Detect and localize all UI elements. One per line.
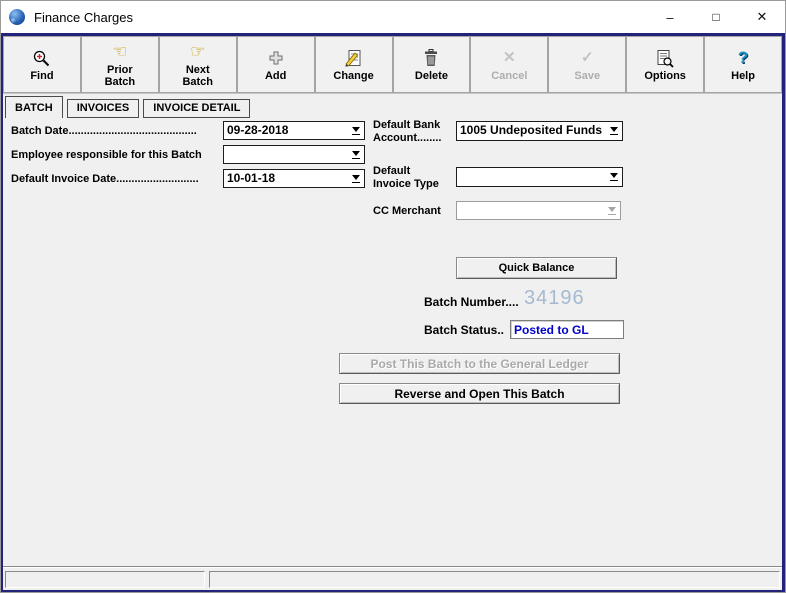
find-button[interactable]: Find — [3, 36, 81, 93]
window-title: Finance Charges — [34, 10, 133, 25]
status-bar — [3, 570, 782, 590]
next-batch-button[interactable]: ☞ Next Batch — [159, 36, 237, 93]
batch-tab-page: BATCH INVOICES INVOICE DETAIL Batch Date… — [3, 94, 782, 566]
delete-button[interactable]: Delete — [393, 36, 471, 93]
question-mark-icon: ? — [738, 47, 748, 69]
dropdown-arrow-icon — [604, 202, 620, 219]
batch-date-combobox[interactable]: 09-28-2018 — [223, 121, 365, 140]
x-icon: ✕ — [503, 47, 516, 69]
window-controls: – □ ✕ — [647, 1, 785, 33]
post-batch-button: Post This Batch to the General Ledger — [339, 353, 620, 374]
plus-icon — [269, 47, 283, 69]
tab-batch[interactable]: BATCH — [5, 96, 63, 118]
dropdown-arrow-icon[interactable] — [348, 170, 364, 187]
batch-status-label: Batch Status.. — [424, 324, 512, 337]
batch-number-value: 34196 — [524, 287, 585, 310]
save-button: ✓ Save — [548, 36, 626, 93]
tab-invoice-detail[interactable]: INVOICE DETAIL — [143, 99, 250, 118]
default-invoice-date-label: Default Invoice Date....................… — [11, 173, 222, 186]
tab-strip: BATCH INVOICES INVOICE DETAIL — [5, 96, 254, 118]
reverse-open-batch-button[interactable]: Reverse and Open This Batch — [339, 383, 620, 404]
app-icon — [9, 9, 25, 25]
change-button[interactable]: Change — [315, 36, 393, 93]
checkmark-icon: ✓ — [581, 47, 594, 69]
cancel-button: ✕ Cancel — [470, 36, 548, 93]
batch-date-label: Batch Date..............................… — [11, 125, 222, 138]
search-icon — [32, 47, 51, 69]
finance-charges-window: Finance Charges – □ ✕ Find — [0, 0, 786, 593]
dropdown-arrow-icon[interactable] — [606, 122, 622, 140]
hand-pointing-right-icon: ☞ — [190, 41, 205, 63]
dropdown-arrow-icon[interactable] — [348, 146, 364, 163]
default-invoice-type-combobox[interactable] — [456, 167, 623, 187]
status-panel-right — [209, 571, 780, 588]
tab-invoices[interactable]: INVOICES — [67, 99, 140, 118]
toolbar: Find ☜ Prior Batch ☞ Next Batch Add — [3, 36, 782, 94]
default-invoice-date-combobox[interactable]: 10-01-18 — [223, 169, 365, 188]
dropdown-arrow-icon[interactable] — [348, 122, 364, 139]
quick-balance-button[interactable]: Quick Balance — [456, 257, 617, 279]
default-invoice-type-label: Default Invoice Type — [373, 165, 455, 191]
default-bank-account-label: Default Bank Account........ — [373, 119, 455, 145]
options-button[interactable]: Options — [626, 36, 704, 93]
maximize-button[interactable]: □ — [693, 1, 739, 33]
status-panel-left — [5, 571, 205, 588]
title-bar: Finance Charges – □ ✕ — [1, 1, 785, 33]
batch-status-field: Posted to GL — [510, 320, 624, 339]
batch-number-label: Batch Number.... — [424, 296, 524, 309]
add-button[interactable]: Add — [237, 36, 315, 93]
hand-pointing-left-icon: ☜ — [112, 41, 127, 63]
employee-combobox[interactable] — [223, 145, 365, 164]
prior-batch-button[interactable]: ☜ Prior Batch — [81, 36, 159, 93]
dropdown-arrow-icon[interactable] — [606, 168, 622, 186]
close-button[interactable]: ✕ — [739, 1, 785, 33]
batch-status-value: Posted to GL — [511, 323, 592, 337]
edit-document-icon — [345, 47, 363, 69]
trash-icon — [423, 47, 439, 69]
cc-merchant-combobox — [456, 201, 621, 220]
cc-merchant-label: CC Merchant — [373, 205, 455, 218]
window-frame: Find ☜ Prior Batch ☞ Next Batch Add — [1, 33, 785, 592]
employee-label: Employee responsible for this Batch — [11, 149, 222, 162]
list-magnifier-icon — [656, 47, 674, 69]
default-bank-account-combobox[interactable]: 1005 Undeposited Funds — [456, 121, 623, 141]
help-button[interactable]: ? Help — [704, 36, 782, 93]
minimize-button[interactable]: – — [647, 1, 693, 33]
